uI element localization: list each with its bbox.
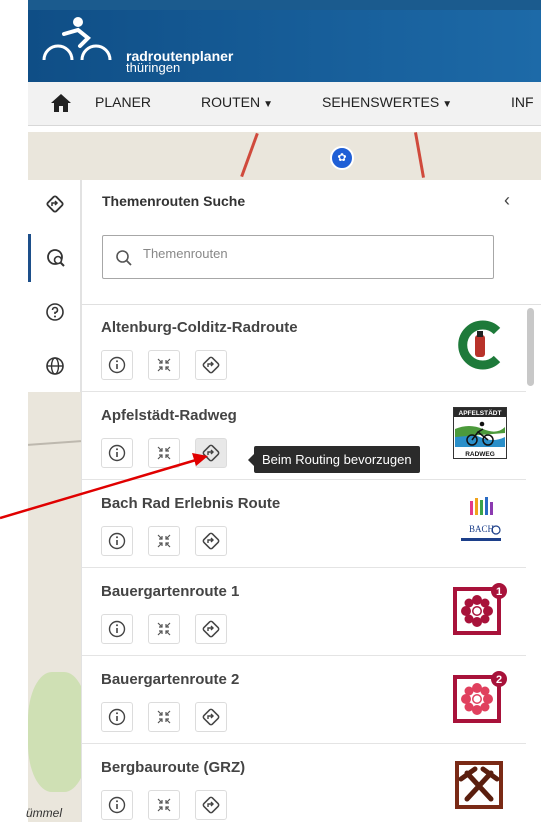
bach-rad-logo: BACH	[453, 495, 507, 547]
map-green-area	[28, 672, 88, 792]
route-list[interactable]: Altenburg-Colditz-Radroute Apfelstädt-Ra…	[82, 304, 541, 822]
prefer-in-routing-button[interactable]	[195, 790, 227, 820]
route-info-button[interactable]	[101, 702, 133, 732]
theme-route-panel: Themenrouten Suche ‹ Altenburg-Colditz-R…	[81, 180, 541, 822]
prefer-in-routing-button[interactable]	[195, 350, 227, 380]
route-info-button[interactable]	[101, 438, 133, 468]
rail-theme-search-button[interactable]	[28, 234, 81, 282]
collapse-arrows-icon	[157, 358, 171, 372]
route-name: Bauergartenroute 1	[101, 583, 240, 600]
info-icon	[108, 708, 126, 726]
route-info-button[interactable]	[101, 614, 133, 644]
route-diamond-icon	[202, 708, 220, 726]
route-name: Altenburg-Colditz-Radroute	[101, 319, 298, 336]
collapse-arrows-icon	[157, 622, 171, 636]
tool-rail	[28, 180, 81, 392]
list-scrollbar[interactable]	[527, 308, 534, 386]
cyclist-logo-icon[interactable]	[40, 16, 115, 64]
bergbau-logo	[455, 761, 503, 809]
search-input[interactable]	[143, 246, 483, 261]
map-road	[28, 440, 82, 446]
route-zoom-button[interactable]	[148, 526, 180, 556]
prefer-in-routing-button[interactable]	[195, 438, 227, 468]
main-navigation: PLANER ROUTEN ▼ SEHENSWERTES ▼ INF	[28, 82, 541, 126]
route-diamond-icon	[45, 195, 64, 213]
info-icon	[108, 532, 126, 550]
svg-text:1: 1	[496, 586, 502, 598]
rail-language-button[interactable]	[28, 342, 81, 390]
chevron-down-icon: ▼	[442, 99, 453, 110]
route-name: Bauergartenroute 2	[101, 671, 240, 688]
prefer-in-routing-button[interactable]	[195, 614, 227, 644]
search-icon	[116, 250, 132, 266]
route-diamond-icon	[202, 620, 220, 638]
route-zoom-button[interactable]	[148, 614, 180, 644]
collapse-arrows-icon	[157, 446, 171, 460]
brand-text: radroutenplaner thüringen	[126, 49, 233, 74]
altenburg-colditz-logo	[453, 319, 507, 371]
list-item: Bach Rad Erlebnis Route BACH	[82, 481, 526, 568]
svg-text:RADWEG: RADWEG	[465, 451, 495, 458]
browser-top-strip	[28, 0, 541, 10]
app-header: radroutenplaner thüringen	[28, 10, 541, 82]
svg-text:BACH: BACH	[469, 524, 495, 534]
nav-routen[interactable]: ROUTEN ▼	[201, 94, 273, 110]
route-info-button[interactable]	[101, 790, 133, 820]
collapse-panel-button[interactable]: ‹	[504, 190, 510, 211]
route-zoom-button[interactable]	[148, 350, 180, 380]
route-info-button[interactable]	[101, 526, 133, 556]
route-info-button[interactable]	[101, 350, 133, 380]
bauergarten-2-logo: 2	[453, 671, 507, 723]
prefer-in-routing-button[interactable]	[195, 702, 227, 732]
collapse-arrows-icon	[157, 534, 171, 548]
list-item: Bergbauroute (GRZ)	[82, 745, 526, 822]
collapse-arrows-icon	[157, 798, 171, 812]
route-zoom-button[interactable]	[148, 790, 180, 820]
svg-text:APFELSTÄDT: APFELSTÄDT	[459, 409, 502, 417]
route-name: Bergbauroute (GRZ)	[101, 759, 246, 776]
panel-title: Themenrouten Suche	[102, 193, 246, 209]
chevron-down-icon: ▼	[263, 99, 274, 110]
globe-icon	[45, 357, 64, 375]
collapse-arrows-icon	[157, 710, 171, 724]
info-icon	[108, 796, 126, 814]
map-cycle-route	[414, 132, 425, 178]
route-name: Bach Rad Erlebnis Route	[101, 495, 281, 512]
route-diamond-icon	[202, 444, 220, 462]
apfelstaedt-radweg-logo: APFELSTÄDT RADWEG	[453, 407, 507, 459]
map-cycle-route	[240, 132, 259, 178]
route-diamond-icon	[202, 532, 220, 550]
info-icon	[108, 444, 126, 462]
list-item: Bauergartenroute 1 1	[82, 569, 526, 656]
route-zoom-button[interactable]	[148, 438, 180, 468]
nav-planer[interactable]: PLANER	[95, 94, 151, 110]
route-name: Apfelstädt-Radweg	[101, 407, 237, 424]
help-icon	[45, 303, 64, 321]
map-poi-marker[interactable]: ✿	[330, 146, 354, 170]
map-search-icon	[47, 249, 65, 267]
bauergarten-1-logo: 1	[453, 583, 507, 635]
route-zoom-button[interactable]	[148, 702, 180, 732]
home-icon[interactable]	[50, 93, 72, 113]
info-icon	[108, 620, 126, 638]
map-place-label: ümmel	[26, 806, 63, 820]
rail-routing-button[interactable]	[28, 180, 81, 228]
list-item: Altenburg-Colditz-Radroute	[82, 305, 526, 392]
nav-info[interactable]: INF	[511, 94, 534, 110]
nav-sehenswertes[interactable]: SEHENSWERTES ▼	[322, 94, 452, 110]
route-search-field[interactable]	[102, 235, 494, 279]
route-diamond-icon	[202, 796, 220, 814]
routing-tooltip: Beim Routing bevorzugen	[248, 446, 420, 473]
prefer-in-routing-button[interactable]	[195, 526, 227, 556]
route-diamond-icon	[202, 356, 220, 374]
list-item: Bauergartenroute 2 2	[82, 657, 526, 744]
svg-text:2: 2	[496, 674, 502, 686]
rail-help-button[interactable]	[28, 288, 81, 336]
info-icon	[108, 356, 126, 374]
